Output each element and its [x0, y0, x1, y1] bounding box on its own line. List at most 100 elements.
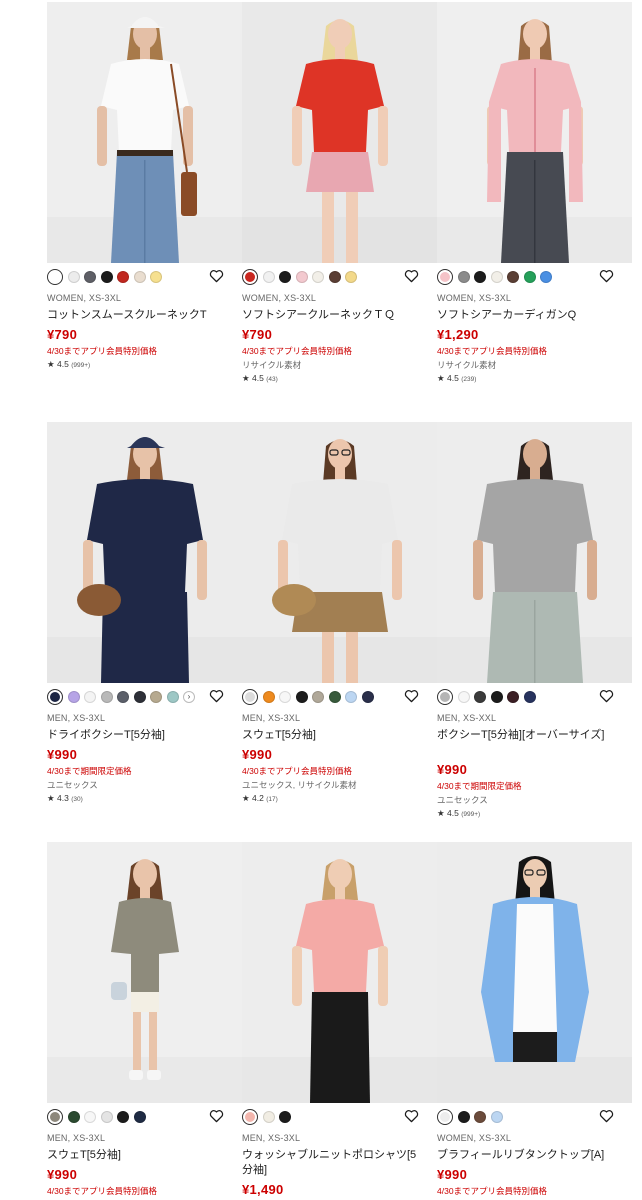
product-name[interactable]: ソフトシアークルーネックＴＱ — [242, 308, 422, 323]
color-swatch[interactable] — [345, 691, 357, 703]
favorite-heart-icon[interactable] — [404, 269, 419, 283]
color-swatch[interactable] — [523, 691, 536, 703]
product-name[interactable]: ソフトシアーカーディガンQ — [437, 308, 617, 323]
product-card[interactable]: WOMEN, XS-3XL ブラフィールリブタンクトップ[A] ¥990 4/30まで… — [437, 842, 632, 1200]
product-image[interactable] — [47, 842, 242, 1103]
favorite-heart-icon[interactable] — [599, 269, 614, 283]
color-swatch[interactable] — [262, 1111, 275, 1123]
color-swatch[interactable] — [437, 269, 453, 285]
product-image[interactable] — [47, 422, 242, 683]
color-swatches — [47, 269, 162, 285]
color-swatch[interactable] — [133, 271, 146, 283]
product-tags: ユニセックス — [47, 780, 98, 790]
product-image[interactable] — [437, 842, 632, 1103]
color-swatch[interactable] — [133, 691, 146, 703]
color-swatch[interactable] — [361, 691, 374, 703]
favorite-heart-icon[interactable] — [209, 1109, 224, 1123]
product-card[interactable]: › MEN, XS-3XL ドライボクシーT[5分袖] ¥990 4/30まで期間限定価… — [47, 422, 242, 832]
color-swatch[interactable] — [312, 691, 324, 703]
color-swatch[interactable] — [100, 271, 113, 283]
color-swatch[interactable] — [100, 1111, 113, 1123]
color-swatch[interactable] — [84, 691, 96, 703]
color-swatch[interactable] — [457, 1111, 470, 1123]
product-rating: ★ 4.3 (30) — [47, 793, 83, 804]
product-name[interactable]: スウェT[5分袖] — [242, 728, 422, 743]
color-swatch[interactable] — [457, 691, 470, 703]
color-swatch[interactable] — [279, 1111, 291, 1123]
color-swatch[interactable] — [84, 271, 96, 283]
color-swatch[interactable] — [242, 1109, 258, 1125]
favorite-heart-icon[interactable] — [599, 689, 614, 703]
color-swatch[interactable] — [312, 271, 324, 283]
product-image[interactable] — [242, 422, 437, 683]
color-swatch[interactable] — [67, 691, 80, 703]
color-swatches — [242, 689, 374, 705]
color-swatch[interactable] — [295, 691, 308, 703]
product-name[interactable]: ドライボクシーT[5分袖] — [47, 728, 227, 743]
color-swatch[interactable] — [279, 691, 291, 703]
color-swatch[interactable] — [242, 689, 258, 705]
product-card[interactable]: MEN, XS-XXL ボクシーT[5分袖][オーバーサイズ] ¥990 4/30まで… — [437, 422, 632, 832]
product-name[interactable]: ブラフィールリブタンクトップ[A] — [437, 1148, 617, 1163]
color-swatch[interactable] — [474, 1111, 486, 1123]
color-swatch[interactable] — [490, 691, 503, 703]
color-swatch[interactable] — [474, 691, 486, 703]
product-card[interactable]: MEN, XS-3XL スウェT[5分袖] ¥990 4/30までアプリ会員特別価格ユ… — [242, 422, 437, 832]
color-swatch[interactable] — [100, 691, 113, 703]
product-name[interactable]: ボクシーT[5分袖][オーバーサイズ] — [437, 728, 617, 743]
product-card[interactable]: WOMEN, XS-3XL コットンスムースクルーネックT ¥790 4/30までアプ… — [47, 2, 242, 412]
color-swatch[interactable] — [117, 1111, 129, 1123]
color-swatch[interactable] — [437, 1109, 453, 1125]
color-swatch[interactable] — [166, 691, 179, 703]
product-card[interactable]: MEN, XS-3XL スウェT[5分袖] ¥990 4/30までアプリ会員特別価格 — [47, 842, 242, 1200]
color-swatch[interactable] — [47, 689, 63, 705]
color-swatch[interactable] — [540, 271, 552, 283]
favorite-heart-icon[interactable] — [404, 1109, 419, 1123]
color-swatch[interactable] — [150, 271, 162, 283]
favorite-heart-icon[interactable] — [209, 269, 224, 283]
color-swatch[interactable] — [117, 271, 129, 283]
product-name[interactable]: コットンスムースクルーネックT — [47, 308, 227, 323]
color-swatch[interactable] — [490, 1111, 503, 1123]
color-swatch[interactable] — [67, 271, 80, 283]
color-swatch[interactable] — [262, 691, 275, 703]
promo-label: 4/30まで期間限定価格 — [437, 781, 522, 791]
product-image[interactable] — [437, 422, 632, 683]
color-swatch[interactable] — [242, 269, 258, 285]
color-swatch[interactable] — [507, 691, 519, 703]
color-swatch[interactable] — [507, 271, 519, 283]
product-card[interactable]: MEN, XS-3XL ウォッシャブルニットポロシャツ[5分袖] ¥1,490 — [242, 842, 437, 1200]
color-swatch[interactable] — [328, 271, 341, 283]
color-swatch[interactable] — [47, 1109, 63, 1125]
color-swatch[interactable] — [84, 1111, 96, 1123]
color-swatch[interactable] — [262, 271, 275, 283]
product-image[interactable] — [242, 842, 437, 1103]
color-swatch[interactable] — [150, 691, 162, 703]
product-name[interactable]: スウェT[5分袖] — [47, 1148, 227, 1163]
color-swatch[interactable] — [490, 271, 503, 283]
product-image[interactable] — [47, 2, 242, 263]
color-swatch[interactable] — [133, 1111, 146, 1123]
color-swatch[interactable] — [523, 271, 536, 283]
product-image[interactable] — [437, 2, 632, 263]
more-colors-icon[interactable]: › — [183, 691, 195, 703]
favorite-heart-icon[interactable] — [599, 1109, 614, 1123]
color-swatch[interactable] — [47, 269, 63, 285]
color-swatch[interactable] — [328, 691, 341, 703]
product-card[interactable]: WOMEN, XS-3XL ソフトシアークルーネックＴＱ ¥790 4/30までアプリ… — [242, 2, 437, 412]
favorite-heart-icon[interactable] — [404, 689, 419, 703]
color-swatch[interactable] — [295, 271, 308, 283]
product-tags: リサイクル素材 — [437, 360, 497, 370]
favorite-heart-icon[interactable] — [209, 689, 224, 703]
color-swatch[interactable] — [437, 689, 453, 705]
product-card[interactable]: WOMEN, XS-3XL ソフトシアーカーディガンQ ¥1,290 4/30までアプ… — [437, 2, 632, 412]
color-swatch[interactable] — [279, 271, 291, 283]
color-swatch[interactable] — [474, 271, 486, 283]
product-image[interactable] — [242, 2, 437, 263]
color-swatch[interactable] — [345, 271, 357, 283]
product-name[interactable]: ウォッシャブルニットポロシャツ[5分袖] — [242, 1148, 422, 1178]
color-swatch[interactable] — [457, 271, 470, 283]
product-gender-size: MEN, XS-3XL — [242, 1133, 301, 1143]
color-swatch[interactable] — [117, 691, 129, 703]
color-swatch[interactable] — [67, 1111, 80, 1123]
